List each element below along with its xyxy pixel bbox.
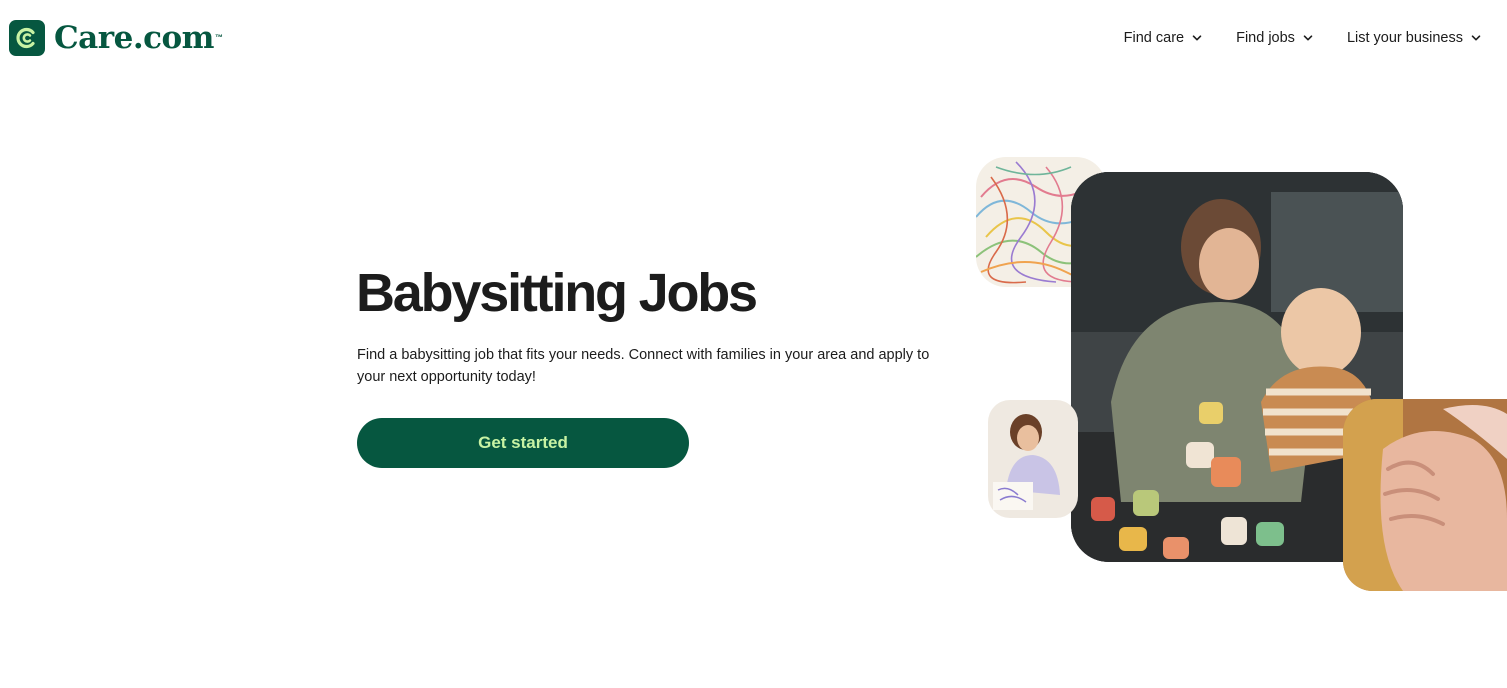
main-nav: Find care Find jobs List your business [1124, 26, 1481, 50]
nav-find-jobs-label: Find jobs [1236, 30, 1295, 46]
chevron-down-icon [1303, 35, 1313, 41]
care-logo-link[interactable]: Care.com ™ [9, 20, 223, 56]
nav-find-care[interactable]: Find care [1124, 26, 1202, 50]
nav-list-your-business-label: List your business [1346, 30, 1463, 46]
nav-find-jobs[interactable]: Find jobs [1236, 26, 1313, 50]
care-logo-icon [9, 20, 45, 56]
chevron-down-icon [1471, 35, 1481, 41]
get-started-button[interactable]: Get started [357, 418, 689, 468]
nav-find-care-label: Find care [1123, 30, 1185, 46]
page-title: Babysitting Jobs [356, 263, 758, 323]
girl-drawing-photo [988, 400, 1078, 518]
page: Care.com ™ Find care Find jobs List your… [0, 0, 1507, 688]
logo-wordmark: Care.com [54, 20, 214, 56]
chevron-down-icon [1192, 35, 1202, 41]
hero-description: Find a babysitting job that fits your ne… [357, 347, 930, 385]
nav-list-your-business[interactable]: List your business [1347, 26, 1481, 50]
trademark-symbol: ™ [214, 33, 223, 42]
holding-hands-photo [1343, 399, 1507, 591]
